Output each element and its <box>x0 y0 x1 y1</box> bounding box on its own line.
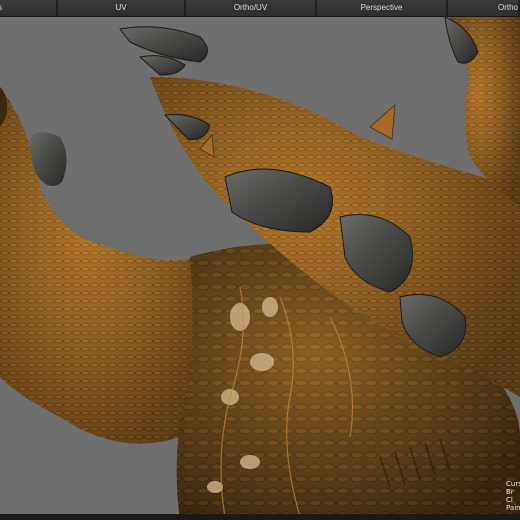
hud-line: Paint B <box>506 504 520 512</box>
tab-ortho[interactable]: Ortho <box>448 0 520 16</box>
hud-line: Cl <box>506 496 513 504</box>
tab-ortho-uv[interactable]: Ortho/UV <box>186 0 317 16</box>
hud-line: Curs <box>506 480 520 488</box>
tab-uv[interactable]: UV <box>58 0 186 16</box>
viewport-tab-bar: s UV Ortho/UV Perspective Ortho <box>0 0 520 17</box>
creature-model-render <box>0 17 520 520</box>
hud-line: Br <box>506 488 514 496</box>
tab-partial[interactable]: s <box>0 0 58 16</box>
bottom-status-strip <box>0 514 520 520</box>
viewport-hud: Curs Br Cl Paint B <box>506 480 520 512</box>
tab-perspective[interactable]: Perspective <box>317 0 448 16</box>
3d-viewport[interactable]: Curs Br Cl Paint B <box>0 17 520 520</box>
